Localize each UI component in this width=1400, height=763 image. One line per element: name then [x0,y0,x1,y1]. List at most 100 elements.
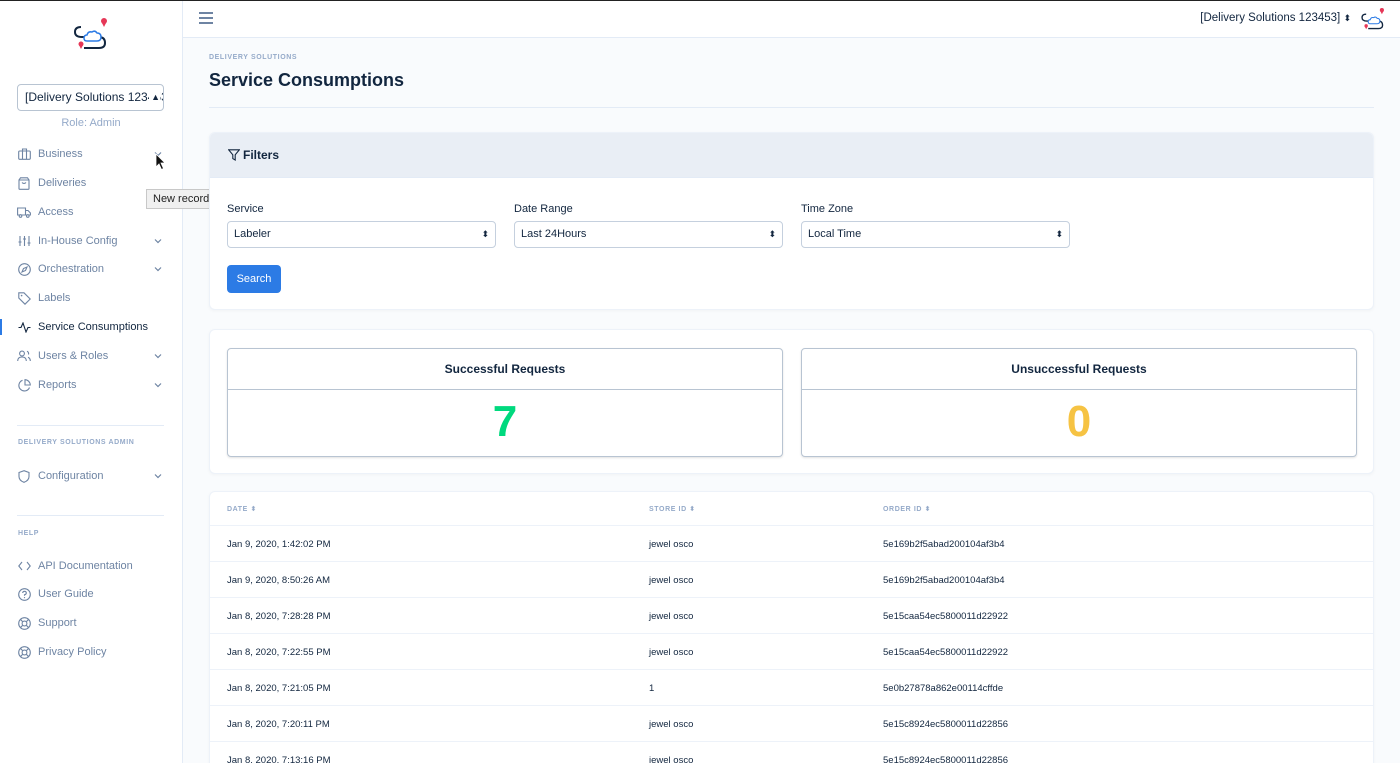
service-select-value: Labeler [234,228,271,240]
brand-logo-icon[interactable] [1360,7,1386,31]
filters-header: Filters [210,133,1373,178]
main-content: DELIVERY SOLUTIONS Service Consumptions … [183,38,1400,763]
table-row: Jan 8, 2020, 7:28:28 PM jewel osco 5e15caa… [210,598,1373,634]
time-zone-select[interactable]: Local Time ⬍ [801,221,1070,248]
sidebar-item-user-guide[interactable]: User Guide [0,584,182,604]
column-header-order-id[interactable]: ORDER ID ⬍ [883,505,931,513]
tag-icon [17,291,31,305]
select-arrows-icon: ⬍ [481,229,489,239]
package-icon [17,176,31,190]
page-pretitle: DELIVERY SOLUTIONS [209,54,298,61]
hamburger-menu-icon[interactable] [199,12,213,24]
chevron-down-icon [154,354,162,359]
consumptions-table: DATE ⬍ STORE ID ⬍ ORDER ID ⬍ Jan 9, 2020… [209,491,1374,763]
user-role: Role: Admin [61,117,121,129]
top-account-select[interactable]: [Delivery Solutions 123453] ⬍ [1200,12,1351,24]
sidebar-item-label: Labels [38,292,71,304]
service-select[interactable]: Labeler ⬍ [227,221,496,248]
sidebar-item-label: In-House Config [38,235,118,247]
cell-date: Jan 8, 2020, 7:22:55 PM [227,647,331,658]
sidebar-item-reports[interactable]: Reports [0,375,182,395]
cell-date: Jan 8, 2020, 7:20:11 PM [227,719,330,730]
service-label: Service [227,203,264,215]
sidebar-divider [17,425,164,426]
topbar: [Delivery Solutions 123453] ⬍ [183,1,1400,38]
sidebar-item-label: Users & Roles [38,350,109,362]
select-arrows-icon: ⬍ [1343,13,1351,23]
successful-requests-title: Successful Requests [228,349,782,390]
sidebar: [Delivery Solutions 123453] ▲ Role: Admi… [0,1,231,763]
date-range-label: Date Range [514,203,573,215]
page-title: Service Consumptions [209,70,405,90]
sidebar-item-service-consumptions[interactable]: Service Consumptions [0,317,182,337]
date-range-select[interactable]: Last 24Hours ⬍ [514,221,783,248]
sidebar-item-label: Orchestration [38,263,105,275]
sidebar-item-support[interactable]: Support [0,613,182,633]
cell-store-id: jewel osco [649,611,694,622]
cell-order-id: 5e0b27878a862e00114cffde [883,683,1004,694]
filters-heading: Filters [243,148,280,162]
stats-card: Successful Requests 7 Unsuccessful Reque… [209,329,1374,474]
sidebar-item-label: User Guide [38,588,94,600]
time-zone-select-value: Local Time [808,228,862,240]
sidebar-item-privacy-policy[interactable]: Privacy Policy [0,642,182,662]
cell-store-id: jewel osco [649,575,694,586]
table-header: DATE ⬍ STORE ID ⬍ ORDER ID ⬍ [210,492,1373,526]
chevron-down-icon [154,474,162,479]
life-buoy-icon [17,616,31,630]
chevron-down-icon [154,267,162,272]
sort-arrows-icon: ⬍ [689,506,696,513]
sidebar-divider [17,515,164,516]
sidebar-item-label: Business [38,148,83,160]
successful-requests-panel: Successful Requests 7 [227,348,783,457]
cell-date: Jan 8, 2020, 7:28:28 PM [227,611,331,622]
admin-heading: DELIVERY SOLUTIONS ADMIN [18,439,135,446]
sidebar-item-label: Reports [38,379,77,391]
unsuccessful-requests-value: 0 [1066,397,1092,446]
cell-store-id: 1 [649,683,655,694]
select-arrows-icon: ⬍ [1055,229,1063,239]
sidebar-item-label: Access [38,206,74,218]
sidebar-item-label: Configuration [38,470,104,482]
cell-date: Jan 9, 2020, 1:42:02 PM [227,539,331,550]
sidebar-item-label: Deliveries [38,177,87,189]
column-header-date[interactable]: DATE ⬍ [227,505,257,513]
table-row: Jan 8, 2020, 7:20:11 PM jewel osco 5e15c89… [210,706,1373,742]
column-header-store-id[interactable]: STORE ID ⬍ [649,505,696,513]
sidebar-item-users-roles[interactable]: Users & Roles [0,346,182,366]
table-row: Jan 9, 2020, 8:50:26 AM jewel osco 5e169b2… [210,562,1373,598]
top-account-value: [Delivery Solutions 123453] [1200,12,1341,24]
sidebar-item-label: API Documentation [38,560,133,572]
unsuccessful-requests-panel: Unsuccessful Requests 0 [801,348,1357,457]
cell-store-id: jewel osco [649,719,694,730]
code-icon [17,559,31,573]
cell-date: Jan 8, 2020, 7:13:16 PM [227,755,331,763]
sliders-icon [17,234,31,248]
users-icon [17,349,31,363]
chevron-down-icon [154,383,162,388]
sidebar-item-label: Service Consumptions [38,321,149,333]
cell-store-id: jewel osco [649,647,694,658]
table-row: Jan 8, 2020, 7:21:05 PM 1 5e0b27878a862e00… [210,670,1373,706]
sidebar-item-in-house-config[interactable]: In-House Config [0,231,182,251]
cell-order-id: 5e15caa54ec5800011d22922 [883,647,1009,658]
table-row: Jan 8, 2020, 7:13:16 PM jewel osco 5e15c89… [210,742,1373,763]
table-row: Jan 8, 2020, 7:22:55 PM jewel osco 5e15caa… [210,634,1373,670]
cell-date: Jan 8, 2020, 7:21:05 PM [227,683,331,694]
sidebar-item-labels[interactable]: Labels [0,288,182,308]
brand-logo-icon[interactable] [72,17,110,51]
activity-icon [17,320,31,334]
select-arrows-icon: ⬍ [768,229,776,239]
search-button[interactable]: Search [227,265,281,293]
account-select[interactable]: [Delivery Solutions 123453] ▲ [17,84,164,111]
briefcase-icon [17,147,31,161]
sidebar-item-orchestration[interactable]: Orchestration [0,259,182,279]
cell-order-id: 5e169b2f5abad200104af3b4 [883,539,1005,550]
sidebar-item-api-documentation[interactable]: API Documentation [0,556,182,576]
successful-requests-value: 7 [492,397,518,446]
cell-store-id: jewel osco [649,539,694,550]
sidebar-item-configuration[interactable]: Configuration [0,466,182,486]
truck-icon [17,205,31,219]
sidebar-item-label: Support [38,617,77,629]
time-zone-label: Time Zone [801,203,854,215]
